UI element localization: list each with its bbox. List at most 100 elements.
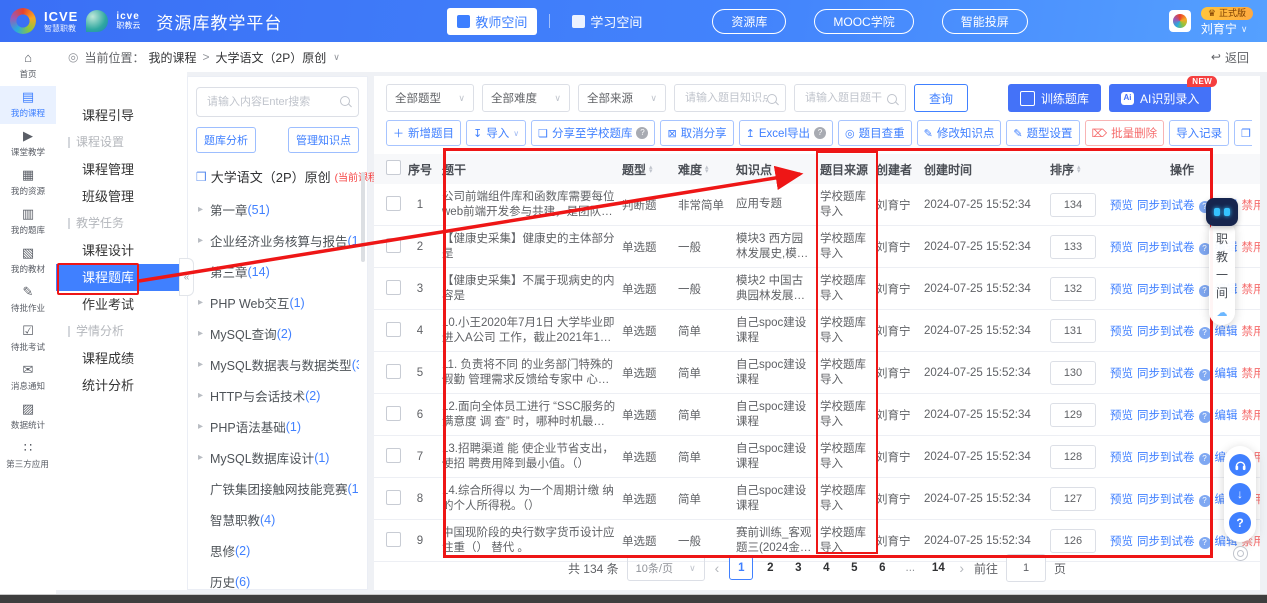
menu-item-7[interactable]: 作业考试 (56, 291, 187, 318)
edit-link[interactable]: 编辑 (1215, 410, 1238, 422)
filter-select-2[interactable]: 全部来源∨ (578, 84, 666, 112)
toolbar-button-1[interactable]: ↧导入∨ (466, 120, 526, 146)
menu-item-0[interactable]: 课程引导 (56, 102, 187, 129)
help-icon[interactable]: ? (636, 127, 648, 139)
question-icon[interactable]: ? (1229, 512, 1251, 534)
row-checkbox[interactable] (386, 322, 401, 337)
sync-to-paper-link[interactable]: 同步到试卷 (1137, 452, 1195, 464)
question-stem[interactable]: 10.小王2020年7月1日 大学毕业即进入A公司 工作，截止2021年12月 … (442, 316, 622, 346)
sync-to-paper-link[interactable]: 同步到试卷 (1137, 242, 1195, 254)
page-size-select[interactable]: 10条/页 ∨ (627, 555, 705, 581)
assistant-label[interactable]: 职教一间☁ (1209, 220, 1235, 325)
customer-service-icon[interactable] (1229, 454, 1251, 476)
row-checkbox[interactable] (386, 364, 401, 379)
ai-recognition-button[interactable]: Ai AI识别录入 NEW (1109, 84, 1211, 112)
tree-node-8[interactable]: ▸MySQL数据库设计(1) (196, 442, 359, 473)
question-stem[interactable]: 公司前端组件库和函数库需要每位web前端开发参与共建，是团队智慧的结晶和... (442, 190, 622, 220)
sync-to-paper-link[interactable]: 同步到试卷 (1137, 536, 1195, 548)
toolbar-button-7[interactable]: ✎题型设置 (1006, 120, 1079, 146)
menu-item-9[interactable]: 课程成绩 (56, 345, 187, 372)
rail-item-data-statistics[interactable]: ▨数据统计 (0, 398, 56, 436)
help-icon[interactable]: ? (814, 127, 826, 139)
help-icon[interactable]: ? (1199, 369, 1211, 381)
user-menu[interactable]: 刘育宁 ∨ (1201, 23, 1248, 35)
manage-knowledge-button[interactable]: 管理知识点 (288, 127, 359, 153)
tree-root-course[interactable]: ❒ 大学语文（2P）原创 (当前课程) (196, 167, 359, 186)
rail-item-my-question-bank[interactable]: ▥我的题库 (0, 203, 56, 241)
select-all-checkbox[interactable] (386, 160, 401, 175)
breadcrumb-chevron-down-icon[interactable]: ∨ (333, 52, 340, 63)
preview-link[interactable]: 预览 (1110, 200, 1133, 212)
tree-node-6[interactable]: ▸HTTP与会话技术(2) (196, 380, 359, 411)
tree-node-1[interactable]: ▸企业经济业务核算与报告(10) (196, 225, 359, 256)
toolbar-button-6[interactable]: ✎修改知识点 (917, 120, 1002, 146)
quick-link-1[interactable]: MOOC学院 (814, 9, 913, 34)
tree-node-9[interactable]: 广铁集团接触网技能竞赛(10) (196, 473, 359, 504)
disable-link[interactable]: 禁用 (1242, 368, 1261, 380)
preview-link[interactable]: 预览 (1110, 494, 1133, 506)
sync-to-paper-link[interactable]: 同步到试卷 (1137, 326, 1195, 338)
preview-link[interactable]: 预览 (1110, 368, 1133, 380)
toolbar-button-3[interactable]: ⊠取消分享 (660, 120, 733, 146)
help-icon[interactable]: ? (1199, 327, 1211, 339)
sort-icon[interactable]: ▴▾ (1077, 166, 1081, 175)
row-checkbox[interactable] (386, 406, 401, 421)
row-checkbox[interactable] (386, 532, 401, 547)
disable-link[interactable]: 禁用 (1242, 284, 1261, 296)
sort-order-input[interactable]: 130 (1050, 361, 1096, 385)
tree-node-11[interactable]: 思修(2) (196, 535, 359, 566)
toolbar-button-10[interactable]: ❐如何上传题库? (1234, 120, 1252, 146)
rail-item-home[interactable]: ⌂首页 (0, 47, 56, 85)
disable-link[interactable]: 禁用 (1242, 200, 1261, 212)
question-stem[interactable]: 【健康史采集】不属于现病史的内容是 (442, 274, 622, 304)
back-button[interactable]: ↩ 返回 (1211, 49, 1249, 66)
tree-node-4[interactable]: ▸MySQL查询(2) (196, 318, 359, 349)
preview-link[interactable]: 预览 (1110, 284, 1133, 296)
page-button-6[interactable]: 6 (871, 557, 893, 579)
rail-item-pending-exams[interactable]: ☑待批考试 (0, 320, 56, 358)
sync-to-paper-link[interactable]: 同步到试卷 (1137, 368, 1195, 380)
menu-item-10[interactable]: 统计分析 (56, 372, 187, 399)
sync-to-paper-link[interactable]: 同步到试卷 (1137, 494, 1195, 506)
toolbar-button-0[interactable]: ＋新增题目 (386, 120, 461, 146)
sort-order-input[interactable]: 132 (1050, 277, 1096, 301)
sort-order-input[interactable]: 131 (1050, 319, 1096, 343)
disable-link[interactable]: 禁用 (1242, 410, 1261, 422)
page-button-5[interactable]: 5 (843, 557, 865, 579)
rail-item-my-resources[interactable]: ▦我的资源 (0, 164, 56, 202)
preview-link[interactable]: 预览 (1110, 452, 1133, 464)
sync-to-paper-link[interactable]: 同步到试卷 (1137, 284, 1195, 296)
toolbar-button-5[interactable]: ◎题目查重 (838, 120, 912, 146)
sort-order-input[interactable]: 126 (1050, 529, 1096, 553)
page-button-3[interactable]: 3 (787, 557, 809, 579)
prev-page-button[interactable]: ‹ (713, 560, 722, 576)
question-stem[interactable]: 11. 负责将不同 的业务部门特殊的假勤 管理需求反馈给专家中 心，在专业中心的… (442, 358, 622, 388)
rail-item-pending-homework[interactable]: ✎待批作业 (0, 281, 56, 319)
toolbar-button-2[interactable]: ❏分享至学校题库? (531, 120, 655, 146)
question-stem[interactable]: 【健康史采集】健康史的主体部分是 (442, 232, 622, 262)
help-icon[interactable]: ? (1199, 411, 1211, 423)
query-button[interactable]: 查询 (914, 84, 968, 112)
sync-to-paper-link[interactable]: 同步到试卷 (1137, 410, 1195, 422)
page-button-1[interactable]: 1 (729, 556, 753, 580)
disable-link[interactable]: 禁用 (1242, 326, 1261, 338)
download-icon[interactable]: ↓ (1229, 483, 1251, 505)
assistant-widget[interactable]: 职教一间☁ (1206, 198, 1238, 325)
preview-link[interactable]: 预览 (1110, 536, 1133, 548)
filter-select-1[interactable]: 全部难度∨ (482, 84, 570, 112)
preview-link[interactable]: 预览 (1110, 326, 1133, 338)
row-checkbox[interactable] (386, 280, 401, 295)
edit-link[interactable]: 编辑 (1215, 326, 1238, 338)
help-icon[interactable]: ? (1199, 495, 1211, 507)
sort-icon[interactable]: ▴▾ (705, 166, 709, 175)
edit-link[interactable]: 编辑 (1215, 368, 1238, 380)
row-checkbox[interactable] (386, 196, 401, 211)
tree-node-0[interactable]: ▸第一章(51) (196, 194, 359, 225)
disable-link[interactable]: 禁用 (1242, 242, 1261, 254)
sort-order-input[interactable]: 128 (1050, 445, 1096, 469)
menu-item-3[interactable]: 班级管理 (56, 183, 187, 210)
tree-node-2[interactable]: 第三章(14) (196, 256, 359, 287)
sidebar-collapse-handle[interactable]: « (179, 258, 194, 296)
rail-item-third-party-apps[interactable]: ∷第三方应用 (0, 437, 56, 475)
menu-item-6[interactable]: 课程题库 (56, 264, 187, 291)
